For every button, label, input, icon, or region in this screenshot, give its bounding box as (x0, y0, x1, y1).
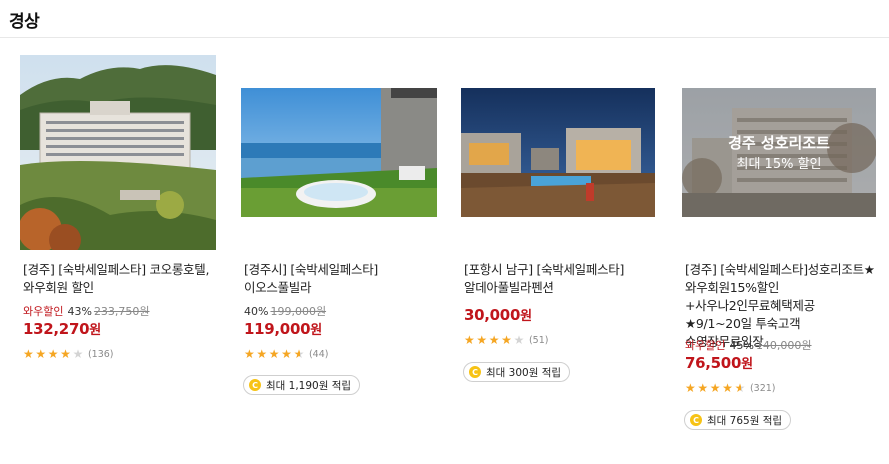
star-rating: ★ ★ ★ ★ ★ (685, 382, 747, 394)
discount-tag: 와우할인 (23, 305, 64, 318)
review-count: (51) (528, 334, 549, 346)
product-image[interactable] (20, 55, 216, 250)
sale-price: 76,500원 (685, 353, 753, 372)
star-icon: ★ (501, 333, 512, 347)
original-price: 140,000원 (755, 339, 812, 352)
star-icon: ★ (244, 347, 255, 361)
price-currency: 원 (310, 323, 322, 338)
rating: ★ ★ ★ ★ ★ (321) (685, 381, 776, 395)
coin-icon: C (690, 414, 702, 426)
reward-badge: C 최대 1,190원 적립 (243, 375, 361, 395)
coin-icon: C (249, 379, 261, 391)
price-value: 30,000 (464, 306, 521, 324)
star-icon: ★ (256, 347, 268, 361)
reward-text: 최대 765원 적립 (707, 414, 783, 427)
sale-price: 30,000원 (464, 305, 532, 324)
product-image[interactable]: 경주 성호리조트 최대 15% 할인 (682, 88, 878, 217)
star-icon: ★ (464, 333, 475, 347)
star-icon: ★ (685, 381, 696, 395)
section-title: 경상 (9, 12, 40, 32)
discount-percent: 40% (244, 305, 269, 318)
price-currency: 원 (89, 323, 101, 338)
product-image[interactable] (461, 88, 657, 217)
star-rating: ★ ★ ★ ★ ★ (23, 348, 85, 360)
discount-line: 와우할인 43% 233,750원 (23, 303, 150, 319)
reward-text: 최대 300원 적립 (486, 366, 562, 379)
discount-line: 40% 199,000원 (244, 303, 326, 319)
image-overlay-sub: 최대 15% 할인 (737, 157, 822, 172)
price-currency: 원 (741, 357, 753, 372)
star-icon: ★ (709, 381, 721, 395)
star-icon: ★ (293, 347, 305, 361)
price-currency: 원 (520, 309, 532, 324)
star-icon: ★ (513, 333, 525, 347)
review-count: (136) (87, 348, 114, 360)
rating: ★ ★ ★ ★ ★ (44) (244, 347, 328, 361)
star-icon: ★ (60, 347, 71, 361)
reward-badge: C 최대 765원 적립 (684, 410, 792, 430)
product-name[interactable]: [포항시 남구] [숙박세일페스타]알데아풀빌라펜션 (464, 261, 656, 297)
section-header: 경상 (0, 0, 889, 38)
price-value: 119,000 (244, 320, 311, 338)
rating: ★ ★ ★ ★ ★ (136) (23, 347, 114, 361)
star-rating: ★ ★ ★ ★ ★ (464, 334, 526, 346)
price-value: 76,500 (685, 354, 742, 372)
review-count: (44) (308, 348, 329, 360)
star-icon: ★ (72, 347, 84, 361)
star-icon: ★ (47, 347, 59, 361)
star-icon: ★ (268, 347, 280, 361)
star-rating: ★ ★ ★ ★ ★ (244, 348, 306, 360)
reward-text: 최대 1,190원 적립 (266, 379, 352, 392)
sale-price: 132,270원 (23, 319, 101, 338)
price-value: 132,270 (23, 320, 90, 338)
star-icon: ★ (734, 381, 746, 395)
star-icon: ★ (697, 381, 709, 395)
star-icon: ★ (23, 347, 34, 361)
original-price: 233,750원 (93, 305, 150, 318)
image-overlay-title: 경주 성호리조트 (728, 134, 830, 152)
star-icon: ★ (722, 381, 733, 395)
product-image[interactable] (241, 88, 437, 217)
star-icon: ★ (281, 347, 292, 361)
product-name[interactable]: [경주시] [숙박세일페스타]이오스풀빌라 (244, 261, 436, 297)
discount-percent: 45% (729, 339, 754, 352)
star-icon: ★ (476, 333, 488, 347)
discount-line: 와우할인 45% 140,000원 (685, 337, 812, 353)
sale-price: 119,000원 (244, 319, 322, 338)
reward-badge: C 최대 300원 적립 (463, 362, 571, 382)
review-count: (321) (749, 382, 776, 394)
coin-icon: C (469, 366, 481, 378)
product-name[interactable]: [경주] [숙박세일페스타] 코오롱호텔, 와우회원 할인 (23, 261, 215, 297)
discount-percent: 43% (67, 305, 92, 318)
original-price: 199,000원 (270, 305, 327, 318)
discount-tag: 와우할인 (685, 339, 726, 352)
rating: ★ ★ ★ ★ ★ (51) (464, 333, 548, 347)
star-icon: ★ (35, 347, 47, 361)
star-icon: ★ (488, 333, 500, 347)
